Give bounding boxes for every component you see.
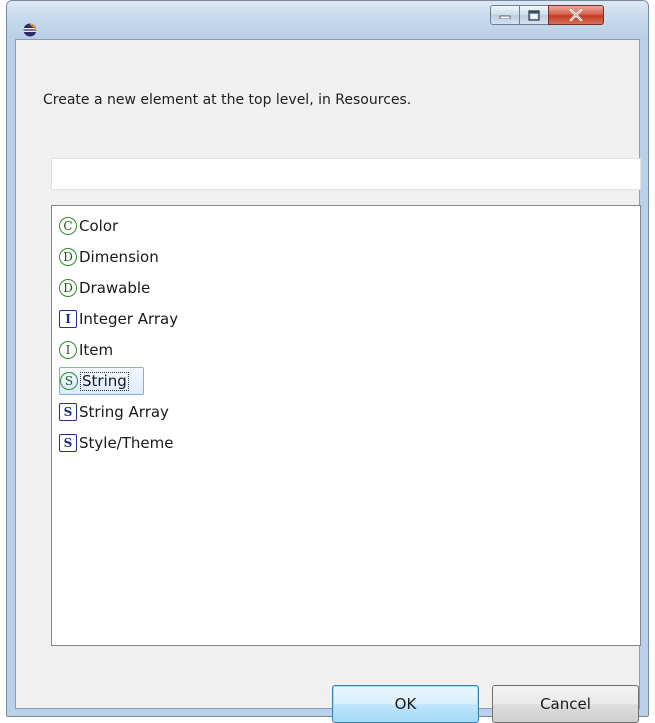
list-item[interactable]: I Item: [59, 336, 113, 364]
string-array-element-icon: S: [59, 403, 77, 421]
list-item-label: String: [80, 371, 129, 391]
maximize-icon: [528, 9, 540, 21]
list-item[interactable]: I Integer Array: [59, 305, 178, 333]
minimize-icon: [499, 15, 511, 19]
style-theme-element-icon: S: [59, 434, 77, 452]
element-list[interactable]: C Color D Dimension D Drawable I Integer Array I…: [51, 205, 641, 646]
close-button[interactable]: [548, 5, 604, 25]
list-item[interactable]: D Drawable: [59, 274, 150, 302]
ok-button[interactable]: OK: [332, 685, 479, 723]
close-icon: [569, 9, 583, 21]
list-item[interactable]: S String Array: [59, 398, 169, 426]
string-element-icon: S: [60, 372, 78, 390]
dialog-content: Create a new element at the top level, i…: [15, 39, 641, 723]
list-item-label: String Array: [79, 403, 169, 421]
dialog-window: Create a new element at the top level, i…: [6, 0, 649, 723]
list-item-label: Style/Theme: [79, 434, 174, 452]
list-item-label: Item: [79, 341, 114, 359]
eclipse-icon: [23, 23, 37, 37]
list-item-label: Drawable: [79, 279, 151, 297]
list-item[interactable]: C Color: [59, 212, 118, 240]
item-element-icon: I: [59, 341, 77, 359]
dimension-element-icon: D: [59, 248, 77, 266]
color-element-icon: C: [59, 217, 77, 235]
list-item[interactable]: S Style/Theme: [59, 429, 173, 457]
list-item[interactable]: S String: [59, 367, 144, 395]
list-item-label: Integer Array: [79, 310, 179, 328]
list-item[interactable]: D Dimension: [59, 243, 159, 271]
maximize-button[interactable]: [519, 5, 549, 25]
title-bar[interactable]: [7, 1, 648, 39]
list-item-label: Color: [79, 217, 119, 235]
drawable-element-icon: D: [59, 279, 77, 297]
minimize-button[interactable]: [490, 5, 520, 25]
cancel-button[interactable]: Cancel: [492, 685, 639, 723]
integer-array-element-icon: I: [59, 310, 77, 328]
filter-input[interactable]: [51, 158, 641, 190]
dialog-message: Create a new element at the top level, i…: [43, 92, 412, 108]
list-item-label: Dimension: [79, 248, 159, 266]
